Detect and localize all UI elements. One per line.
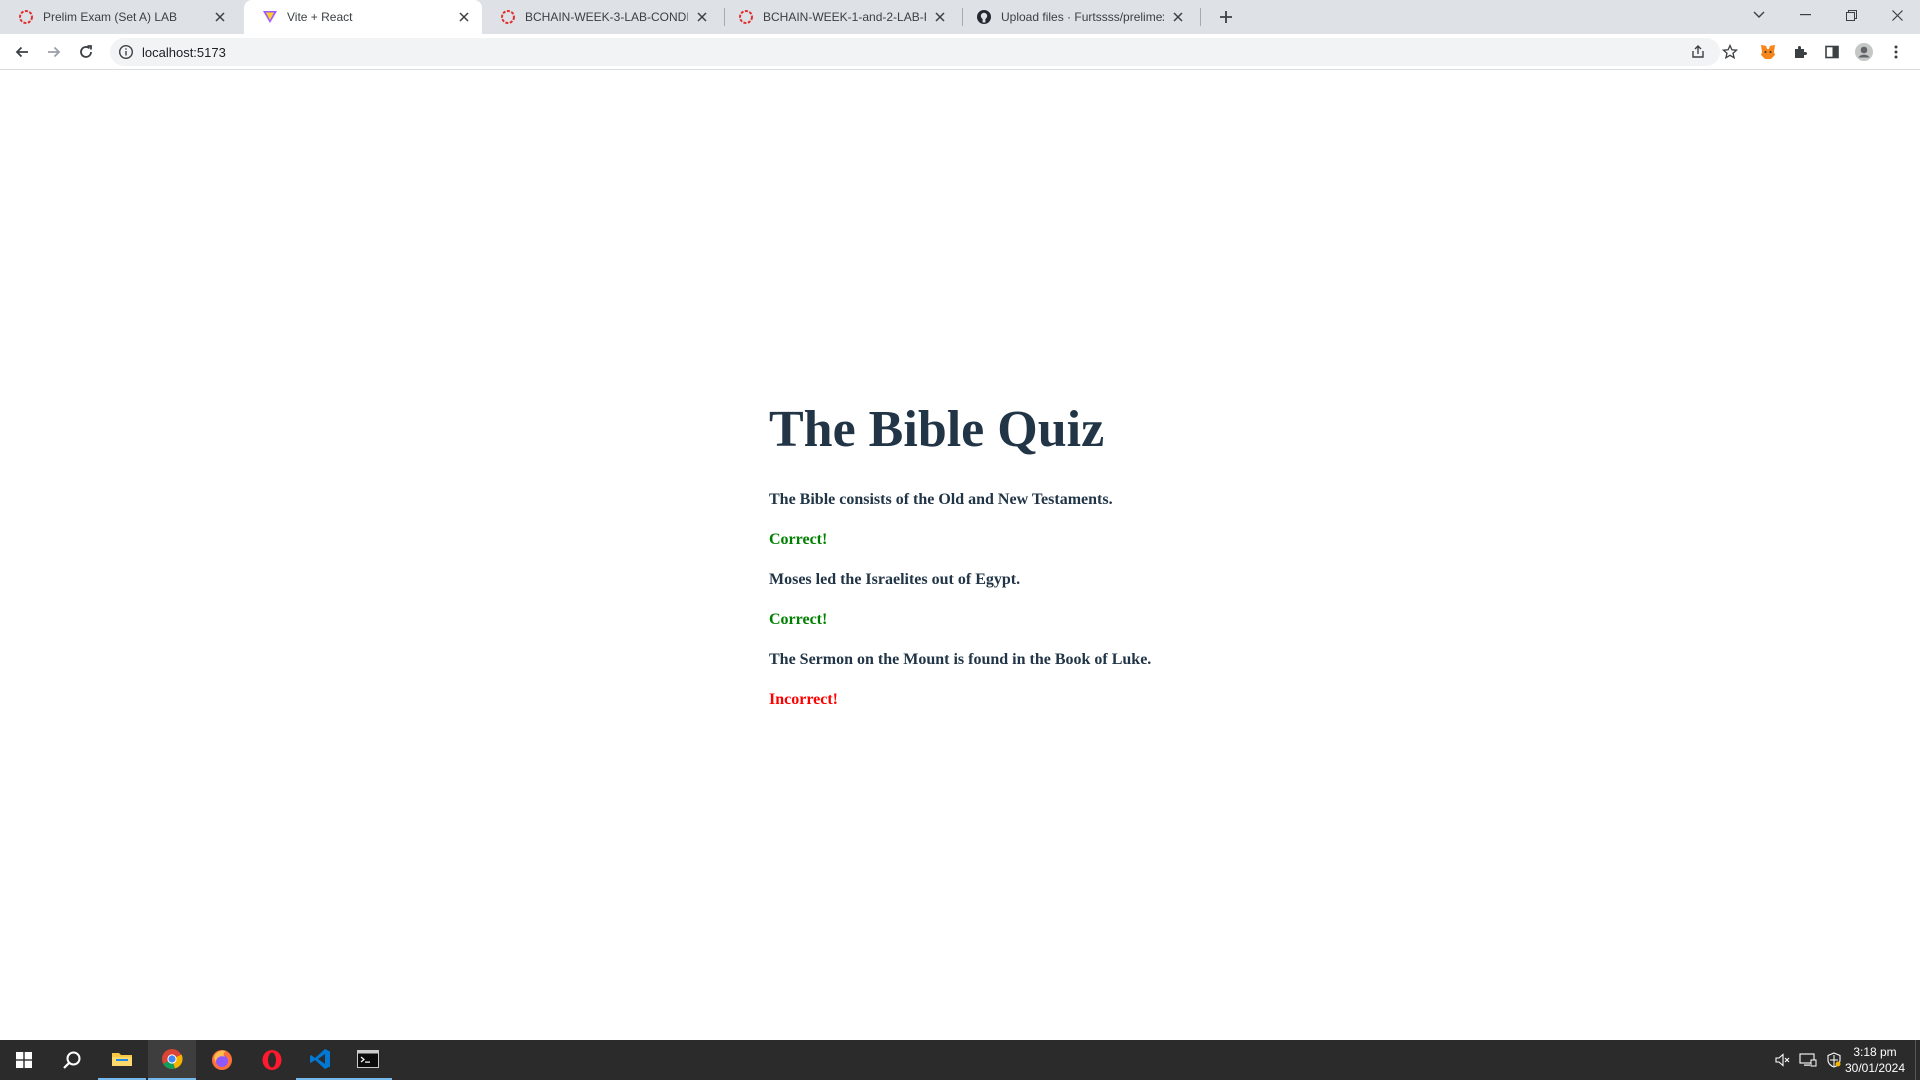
close-icon bbox=[1891, 9, 1903, 21]
tab-title: Prelim Exam (Set A) LAB bbox=[43, 10, 178, 24]
tab-bchain-week-1-2[interactable]: BCHAIN-WEEK-1-and-2-LAB-REA bbox=[720, 0, 958, 34]
vscode-button[interactable] bbox=[296, 1040, 344, 1080]
back-button[interactable] bbox=[8, 38, 36, 66]
quiz-question: Moses led the Israelites out of Egypt. bbox=[769, 571, 1021, 588]
quiz-question: The Bible consists of the Old and New Te… bbox=[769, 491, 1113, 508]
circle-logo-icon bbox=[500, 9, 516, 25]
menu-button[interactable] bbox=[1882, 38, 1910, 66]
windows-start-icon bbox=[16, 1052, 32, 1068]
quiz-container: The Bible Quiz The Bible consists of the… bbox=[769, 400, 1369, 730]
metamask-extension-button[interactable] bbox=[1754, 38, 1782, 66]
close-window-button[interactable] bbox=[1874, 0, 1920, 30]
terminal-button[interactable] bbox=[344, 1040, 392, 1080]
tab-search-button[interactable] bbox=[1736, 0, 1782, 30]
profile-button[interactable] bbox=[1850, 38, 1878, 66]
arrow-right-icon bbox=[48, 46, 61, 58]
show-desktop-button[interactable] bbox=[1915, 1040, 1920, 1080]
tab-title: Upload files · Furtssss/prelimexam bbox=[1001, 10, 1164, 24]
metamask-fox-icon bbox=[1761, 45, 1775, 59]
network-icon bbox=[1799, 1053, 1817, 1067]
tab-prelim-exam[interactable]: Prelim Exam (Set A) LAB bbox=[0, 0, 238, 34]
opera-icon bbox=[262, 1050, 282, 1070]
firefox-icon bbox=[212, 1050, 232, 1070]
kebab-menu-icon bbox=[1894, 45, 1898, 59]
chrome-button[interactable] bbox=[148, 1040, 196, 1080]
firefox-button[interactable] bbox=[198, 1040, 246, 1080]
share-icon[interactable] bbox=[1686, 38, 1710, 66]
github-icon bbox=[976, 9, 992, 25]
vite-logo-icon bbox=[262, 9, 278, 25]
tab-separator bbox=[1200, 8, 1201, 26]
quiz-item: Moses led the Israelites out of Egypt. C… bbox=[769, 570, 1369, 630]
restore-button[interactable] bbox=[1828, 0, 1874, 30]
extensions-button[interactable] bbox=[1786, 38, 1814, 66]
clock-time: 3:18 pm bbox=[1853, 1045, 1897, 1059]
file-explorer-icon bbox=[112, 1053, 132, 1066]
side-panel-button[interactable] bbox=[1818, 38, 1846, 66]
vscode-icon bbox=[310, 1049, 330, 1069]
circle-logo-icon bbox=[18, 9, 34, 25]
tab-bchain-week-3[interactable]: BCHAIN-WEEK-3-LAB-CONDITIO bbox=[482, 0, 720, 34]
forward-button[interactable] bbox=[40, 38, 68, 66]
bookmark-star-icon[interactable] bbox=[1718, 38, 1742, 66]
quiz-result: Correct! bbox=[769, 611, 828, 628]
quiz-item: The Bible consists of the Old and New Te… bbox=[769, 490, 1369, 550]
minimize-icon bbox=[1799, 14, 1811, 16]
terminal-icon bbox=[357, 1050, 379, 1068]
clock-date: 30/01/2024 bbox=[1844, 1061, 1906, 1075]
start-button[interactable] bbox=[0, 1040, 48, 1080]
search-icon bbox=[63, 1051, 81, 1069]
address-bar[interactable]: localhost:5173 bbox=[110, 38, 1738, 66]
close-tab-icon[interactable] bbox=[694, 9, 710, 25]
close-tab-icon[interactable] bbox=[932, 9, 948, 25]
tab-github-upload[interactable]: Upload files · Furtssss/prelimexam bbox=[958, 0, 1196, 34]
quiz-result: Incorrect! bbox=[769, 691, 838, 708]
tab-vite-react[interactable]: Vite + React bbox=[244, 0, 482, 34]
arrow-left-icon bbox=[15, 46, 28, 58]
quiz-question: The Sermon on the Mount is found in the … bbox=[769, 651, 1152, 668]
puzzle-icon bbox=[1795, 46, 1807, 58]
reload-icon bbox=[80, 45, 92, 58]
file-explorer-button[interactable] bbox=[98, 1040, 146, 1080]
close-tab-icon[interactable] bbox=[212, 9, 228, 25]
quiz-result: Correct! bbox=[769, 531, 828, 548]
volume-muted-icon bbox=[1775, 1053, 1790, 1067]
new-tab-button[interactable] bbox=[1214, 5, 1238, 29]
circle-logo-icon bbox=[738, 9, 754, 25]
minimize-button[interactable] bbox=[1782, 0, 1828, 30]
page-title: The Bible Quiz bbox=[769, 401, 1105, 458]
tab-strip: Prelim Exam (Set A) LAB Vite + React BCH… bbox=[0, 0, 1920, 34]
volume-button[interactable] bbox=[1770, 1040, 1794, 1080]
tab-title: BCHAIN-WEEK-3-LAB-CONDITIO bbox=[525, 10, 688, 24]
info-icon[interactable] bbox=[118, 44, 134, 60]
chevron-down-icon bbox=[1753, 11, 1765, 18]
reload-button[interactable] bbox=[72, 38, 100, 66]
close-tab-icon[interactable] bbox=[1170, 9, 1186, 25]
browser-toolbar: localhost:5173 bbox=[0, 34, 1920, 70]
chrome-icon bbox=[162, 1049, 183, 1069]
network-button[interactable] bbox=[1796, 1040, 1820, 1080]
quiz-item: The Sermon on the Mount is found in the … bbox=[769, 650, 1369, 710]
tab-title: Vite + React bbox=[287, 10, 353, 24]
windows-taskbar: 3:18 pm 30/01/2024 bbox=[0, 1040, 1920, 1080]
system-clock[interactable]: 3:18 pm 30/01/2024 bbox=[1840, 1044, 1910, 1076]
opera-button[interactable] bbox=[248, 1040, 296, 1080]
close-tab-icon[interactable] bbox=[456, 9, 472, 25]
page-viewport: The Bible Quiz The Bible consists of the… bbox=[0, 70, 1920, 1040]
restore-icon bbox=[1845, 9, 1857, 21]
tab-title: BCHAIN-WEEK-1-and-2-LAB-REA bbox=[763, 10, 926, 24]
search-button[interactable] bbox=[48, 1040, 96, 1080]
side-panel-icon bbox=[1825, 45, 1839, 59]
address-url: localhost:5173 bbox=[142, 44, 226, 60]
plus-icon bbox=[1220, 11, 1232, 23]
avatar-icon bbox=[1855, 43, 1873, 61]
